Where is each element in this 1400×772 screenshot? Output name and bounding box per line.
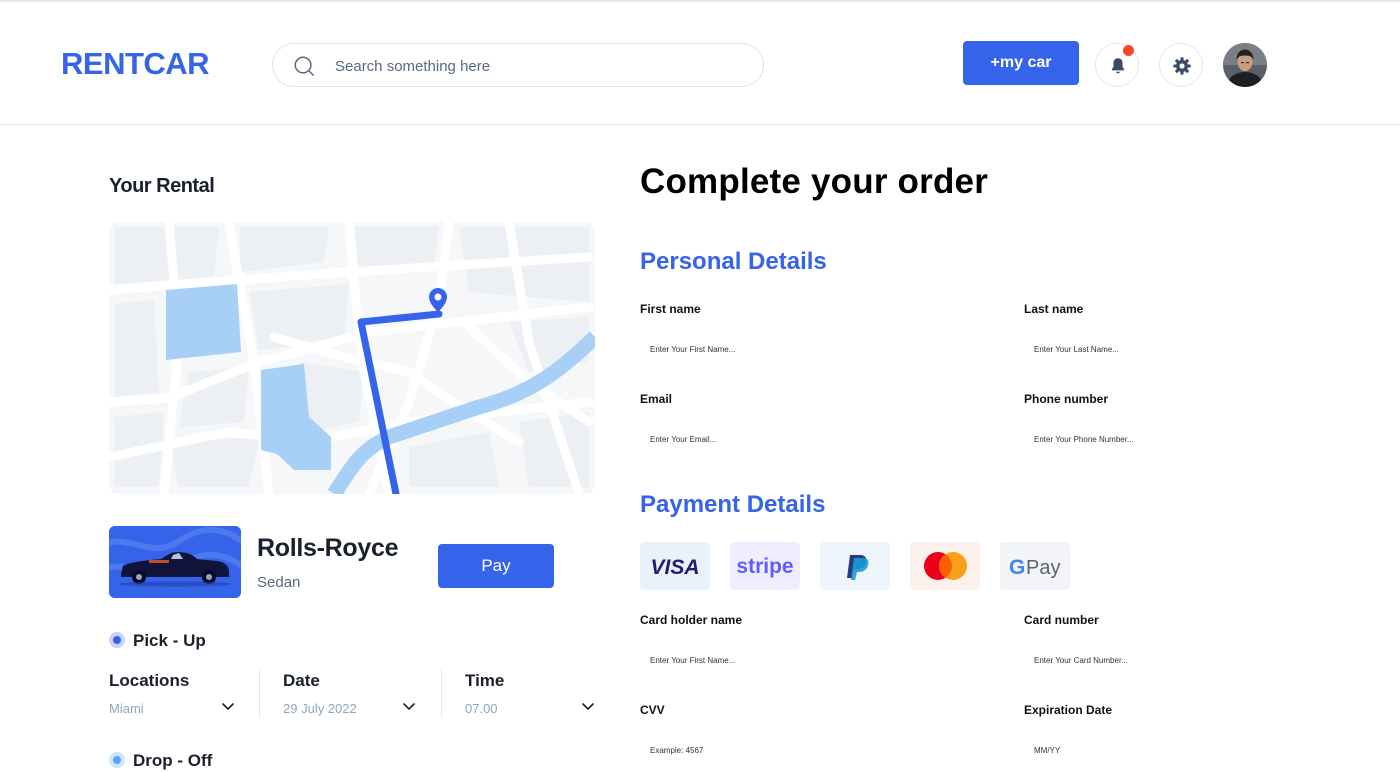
user-avatar[interactable]: [1223, 43, 1267, 87]
visa-option[interactable]: VISA: [640, 542, 710, 590]
expiration-date-label: Expiration Date: [1024, 703, 1113, 717]
svg-text:VISA: VISA: [650, 556, 699, 579]
add-my-car-button[interactable]: +my car: [963, 41, 1079, 85]
rentcar-logo[interactable]: RENTCAR: [61, 46, 210, 82]
settings-button[interactable]: [1159, 43, 1203, 87]
chevron-down-icon[interactable]: [222, 703, 234, 711]
map-graphic: [109, 222, 595, 494]
pickup-radio[interactable]: [109, 632, 125, 648]
your-rental-title: Your Rental: [109, 175, 215, 197]
svg-text:Pay: Pay: [1026, 557, 1060, 579]
paypal-icon: [847, 555, 869, 580]
card-holder-field[interactable]: [650, 650, 980, 670]
stripe-option[interactable]: stripe: [730, 542, 800, 590]
last-name-label: Last name: [1024, 302, 1084, 316]
search-icon: [294, 56, 314, 76]
pay-button[interactable]: Pay: [438, 544, 554, 588]
pickup-label: Pick - Up: [133, 631, 206, 650]
car-thumbnail: [109, 526, 241, 598]
mastercard-option[interactable]: [910, 542, 980, 590]
first-name-label: First name: [640, 302, 701, 316]
last-name-field[interactable]: [1034, 339, 1364, 359]
mastercard-icon: [924, 552, 967, 580]
phone-label: Phone number: [1024, 392, 1109, 406]
svg-text:stripe: stripe: [736, 555, 793, 578]
notification-badge: [1123, 45, 1134, 56]
google-pay-option[interactable]: G Pay: [1000, 542, 1070, 590]
route-map[interactable]: [109, 222, 595, 494]
time-select[interactable]: 07.00: [465, 701, 498, 716]
car-name: Rolls-Royce: [257, 534, 399, 562]
chevron-down-icon[interactable]: [403, 703, 415, 711]
time-label: Time: [465, 671, 505, 690]
visa-icon: VISA: [650, 556, 699, 579]
profile-photo: [1223, 43, 1267, 87]
dropoff-radio[interactable]: [109, 752, 125, 768]
card-holder-label: Card holder name: [640, 613, 743, 627]
email-field[interactable]: [650, 429, 980, 449]
paypal-option[interactable]: [820, 542, 890, 590]
location-select[interactable]: Miami: [109, 701, 144, 716]
search-input[interactable]: [335, 54, 735, 78]
first-name-field[interactable]: [650, 339, 980, 359]
divider: [259, 670, 260, 718]
google-pay-icon: G Pay: [1009, 556, 1060, 579]
notifications-button[interactable]: [1095, 43, 1139, 87]
locations-label: Locations: [109, 671, 190, 690]
personal-details-title: Personal Details: [640, 248, 827, 275]
car-type: Sedan: [257, 574, 301, 591]
svg-text:G: G: [1009, 556, 1025, 579]
expiration-date-field[interactable]: [1034, 740, 1364, 760]
bell-icon: [1111, 58, 1125, 74]
phone-field[interactable]: [1034, 429, 1364, 449]
email-label: Email: [640, 392, 673, 406]
dropoff-label: Drop - Off: [133, 751, 213, 770]
payment-details-title: Payment Details: [640, 491, 826, 518]
divider: [441, 670, 442, 718]
map-park: [166, 284, 241, 360]
card-number-field[interactable]: [1034, 650, 1364, 670]
date-select[interactable]: 29 July 2022: [283, 701, 357, 716]
stripe-icon: stripe: [736, 555, 793, 578]
chevron-down-icon[interactable]: [582, 703, 594, 711]
cvv-field[interactable]: [650, 740, 980, 760]
date-label: Date: [283, 671, 320, 690]
order-title: Complete your order: [640, 162, 989, 201]
gear-icon: [1173, 57, 1191, 75]
search-bar[interactable]: [272, 43, 764, 87]
top-navigation-bar: RENTCAR +my car: [0, 0, 1400, 125]
card-number-label: Card number: [1024, 613, 1099, 627]
car-image: [109, 526, 241, 598]
cvv-label: CVV: [640, 703, 665, 717]
